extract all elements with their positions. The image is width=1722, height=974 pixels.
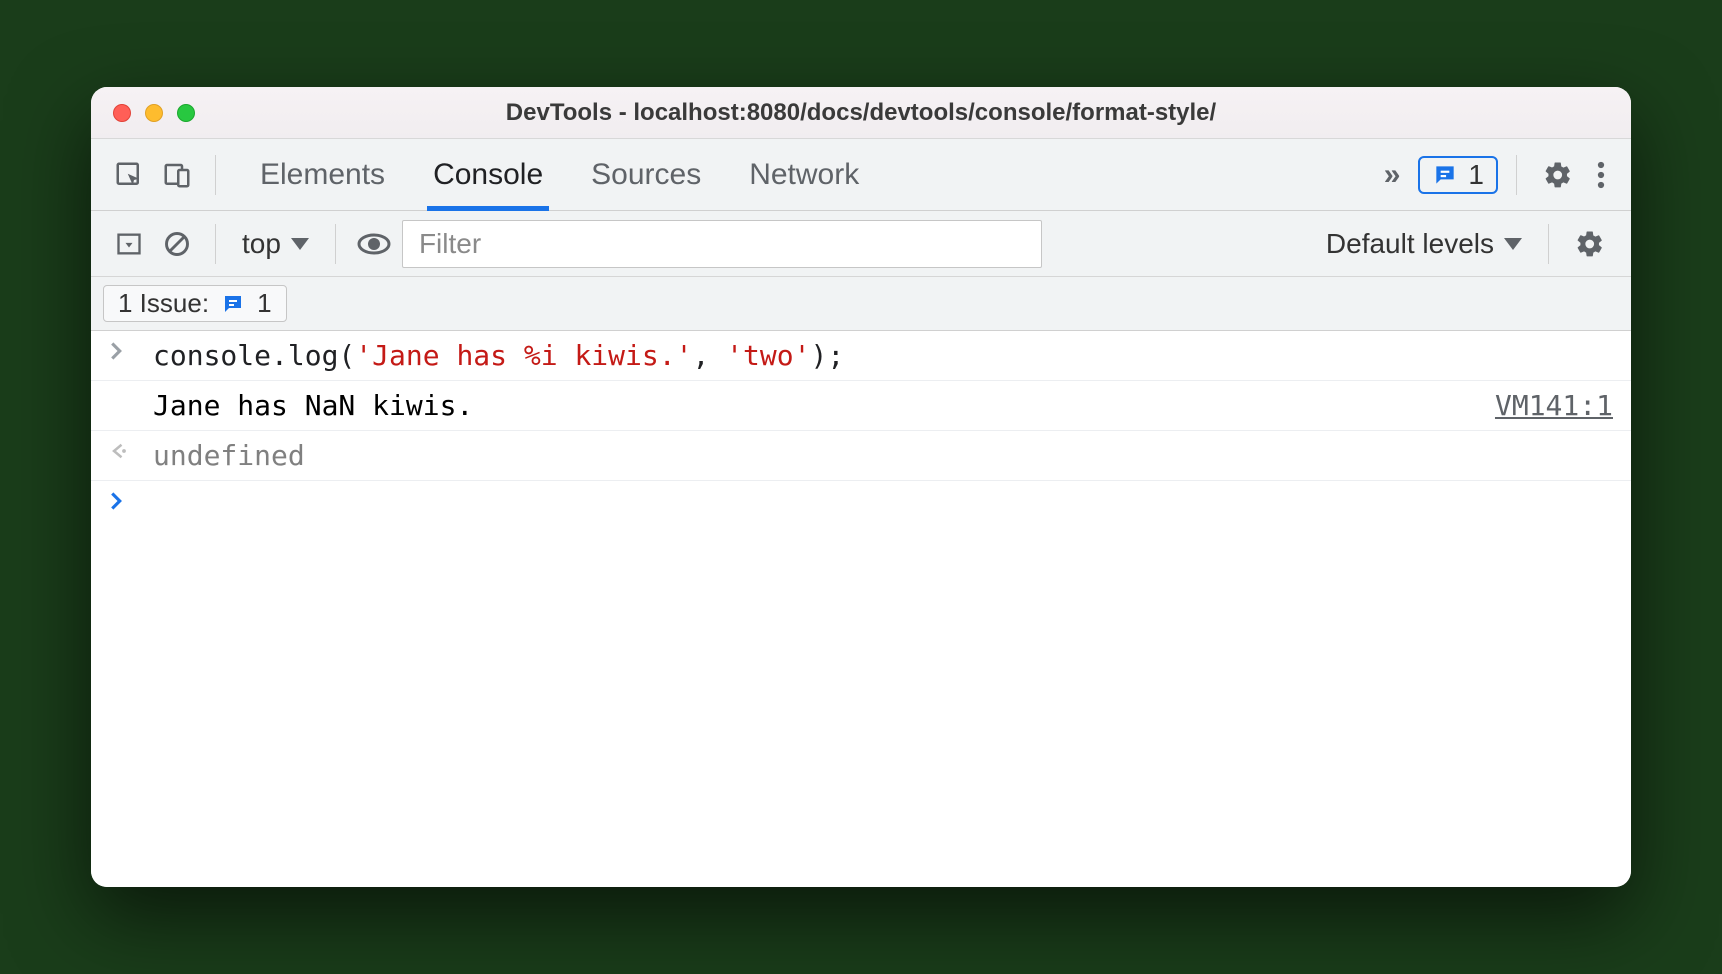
- filter-input[interactable]: [402, 220, 1042, 268]
- console-return-value: undefined: [153, 439, 1613, 472]
- inspect-element-icon[interactable]: [109, 155, 149, 195]
- window-minimize-button[interactable]: [145, 104, 163, 122]
- tab-elements[interactable]: Elements: [254, 139, 391, 210]
- output-gutter: [109, 389, 135, 391]
- console-prompt-row[interactable]: [91, 481, 1631, 519]
- context-selector-label: top: [242, 228, 281, 260]
- context-selector[interactable]: top: [234, 228, 317, 260]
- issues-icon: [1432, 162, 1458, 188]
- return-indicator-icon: [109, 439, 135, 461]
- traffic-lights: [113, 104, 195, 122]
- console-settings-icon[interactable]: [1567, 229, 1613, 259]
- panel-tabbar: Elements Console Sources Network » 1: [91, 139, 1631, 211]
- code-token: );: [810, 339, 844, 372]
- divider: [335, 224, 336, 264]
- source-link[interactable]: VM141:1: [1495, 389, 1613, 422]
- window-close-button[interactable]: [113, 104, 131, 122]
- device-toolbar-icon[interactable]: [157, 155, 197, 195]
- code-token: ,: [692, 339, 726, 372]
- console-return-row: undefined: [91, 431, 1631, 481]
- divider: [1516, 155, 1517, 195]
- clear-console-icon[interactable]: [157, 224, 197, 264]
- input-prompt-icon: [109, 339, 135, 361]
- log-levels-selector[interactable]: Default levels: [1318, 228, 1530, 260]
- console-messages: console.log('Jane has %i kiwis.', 'two')…: [91, 331, 1631, 887]
- tab-sources[interactable]: Sources: [585, 139, 707, 210]
- string-token: 'Jane has %i kiwis.': [355, 339, 692, 372]
- live-expression-icon[interactable]: [354, 224, 394, 264]
- issues-badge-button[interactable]: 1: [1418, 156, 1498, 194]
- devtools-window: DevTools - localhost:8080/docs/devtools/…: [91, 87, 1631, 887]
- code-token: console.log(: [153, 339, 355, 372]
- chevron-down-icon: [291, 238, 309, 250]
- tab-network[interactable]: Network: [743, 139, 865, 210]
- window-title: DevTools - localhost:8080/docs/devtools/…: [91, 99, 1631, 127]
- settings-icon[interactable]: [1535, 160, 1581, 190]
- divider: [215, 224, 216, 264]
- string-token: 'two': [726, 339, 810, 372]
- divider: [215, 155, 216, 195]
- console-output-text: Jane has NaN kiwis.: [153, 389, 1477, 422]
- console-sidebar-toggle-icon[interactable]: [109, 224, 149, 264]
- panel-tabs: Elements Console Sources Network: [254, 139, 865, 210]
- issues-chip[interactable]: 1 Issue: 1: [103, 285, 287, 322]
- divider: [1548, 224, 1549, 264]
- log-levels-label: Default levels: [1326, 228, 1494, 260]
- tab-console[interactable]: Console: [427, 139, 549, 210]
- console-input-code: console.log('Jane has %i kiwis.', 'two')…: [153, 339, 1613, 372]
- issues-bar: 1 Issue: 1: [91, 277, 1631, 331]
- chevron-down-icon: [1504, 238, 1522, 250]
- issues-icon: [221, 292, 245, 316]
- console-toolbar: top Default levels: [91, 211, 1631, 277]
- console-input-row: console.log('Jane has %i kiwis.', 'two')…: [91, 331, 1631, 381]
- console-output-row: Jane has NaN kiwis. VM141:1: [91, 381, 1631, 431]
- issues-badge-count: 1: [1468, 159, 1484, 191]
- more-menu-icon[interactable]: [1589, 160, 1613, 190]
- issues-chip-count: 1: [257, 288, 271, 319]
- issues-chip-label: 1 Issue:: [118, 288, 209, 319]
- tabs-overflow-button[interactable]: »: [1374, 158, 1411, 192]
- window-maximize-button[interactable]: [177, 104, 195, 122]
- prompt-icon: [109, 489, 135, 511]
- titlebar: DevTools - localhost:8080/docs/devtools/…: [91, 87, 1631, 139]
